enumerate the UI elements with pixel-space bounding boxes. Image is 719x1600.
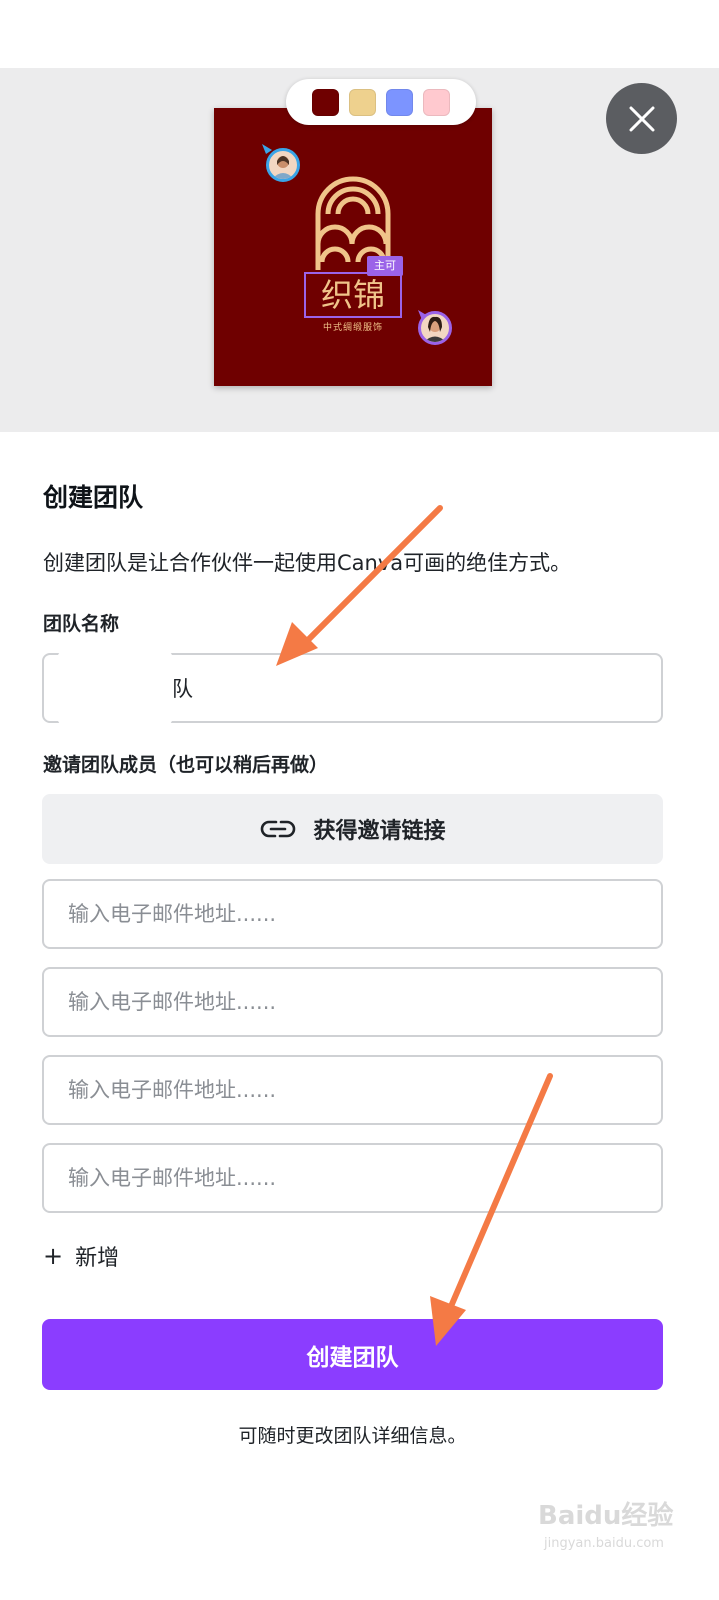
- brand-logo-artwork: [315, 176, 391, 270]
- email-input[interactable]: [42, 967, 663, 1037]
- redacted-region: [58, 652, 172, 724]
- color-palette: [286, 79, 476, 125]
- close-button[interactable]: [606, 83, 677, 154]
- dialog-title: 创建团队: [43, 483, 144, 512]
- close-icon: [629, 106, 654, 131]
- brand-subtitle: 中式绸缎服饰: [322, 323, 383, 333]
- color-swatch[interactable]: [349, 88, 376, 116]
- add-email-label: 新增: [75, 1246, 120, 1271]
- add-email-button[interactable]: + 新增: [43, 1240, 119, 1272]
- dialog-description: 创建团队是让合作伙伴一起使用Canva可画的绝佳方式。: [43, 551, 572, 575]
- link-icon: [261, 820, 296, 838]
- watermark-logo: Baidu经验: [538, 1501, 674, 1531]
- plus-icon: +: [43, 1242, 64, 1270]
- color-swatch[interactable]: [312, 88, 339, 116]
- arrow-icon: [276, 505, 443, 666]
- collaborator-avatar: [266, 148, 300, 182]
- color-swatch[interactable]: [423, 88, 450, 116]
- get-invite-link-button[interactable]: 获得邀请链接: [42, 794, 663, 864]
- footnote-text: 可随时更改团队详细信息。: [238, 1425, 467, 1447]
- email-input[interactable]: [42, 1143, 663, 1213]
- collaborator-avatar: [418, 311, 452, 345]
- team-name-label: 团队名称: [43, 613, 120, 635]
- collaborator-label: 主可: [367, 256, 403, 276]
- watermark-url: jingyan.baidu.com: [544, 1536, 664, 1551]
- brand-title: 织锦: [304, 272, 402, 318]
- create-team-button[interactable]: 创建团队: [42, 1319, 663, 1390]
- invite-members-label: 邀请团队成员（也可以稍后再做）: [43, 754, 329, 776]
- invite-link-label: 获得邀请链接: [313, 819, 446, 844]
- email-input[interactable]: [42, 879, 663, 949]
- color-swatch[interactable]: [386, 88, 413, 116]
- email-input[interactable]: [42, 1055, 663, 1125]
